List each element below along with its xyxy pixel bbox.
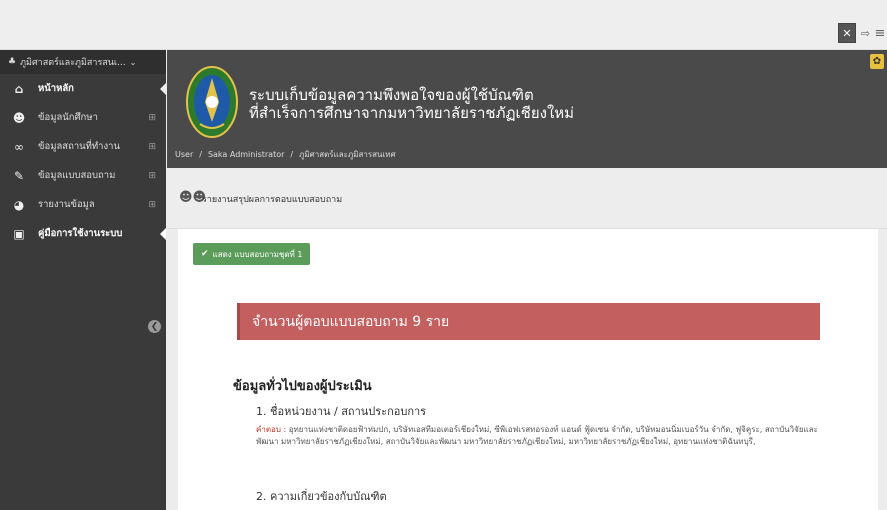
pie-chart-icon: ◕ [13, 197, 25, 212]
users-icon: ☻ [12, 110, 26, 125]
users-small-icon: ♣ [8, 57, 17, 67]
breadcrumb: User / Saka Administrator / ภูมิศาสตร์และภูม… [175, 148, 396, 161]
breadcrumb-item: ภูมิศาสตร์และภูมิสารสนเทศ [299, 150, 396, 159]
hamburger-icon: ≡ [874, 25, 886, 41]
active-indicator [160, 227, 166, 240]
university-logo [186, 66, 238, 138]
question-2: 2. ความเกี่ยวข้องกับบัณฑิต [256, 490, 387, 503]
expand-plus-icon: ⊞ [148, 112, 156, 123]
sidebar-item-label: ข้อมูลสถานที่ทำงาน [38, 141, 120, 152]
show-questionnaire-button[interactable]: ✔ แสดง แบบสอบถามชุดที่ 1 [193, 243, 311, 265]
answer-text: อุทยานแห่งชาติดอยฟ้าห่มปก, บริษัทเอสทีมอ… [256, 425, 818, 446]
expand-plus-icon: ⊞ [148, 199, 156, 210]
pdf-icon: ▣ [13, 226, 25, 241]
sidebar-item-questionnaire[interactable]: ✎ ข้อมูลแบบสอบถาม ⊞ [0, 161, 166, 190]
home-icon: ⌂ [14, 81, 24, 96]
expand-plus-icon: ⊞ [148, 170, 156, 181]
sidebar-department-dropdown[interactable]: ♣ ภูมิศาสตร์และภูมิสารสนเ... ⌄ [0, 50, 166, 74]
answer-label: คำตอบ : [256, 425, 287, 434]
menu-button[interactable]: ≡ [873, 23, 887, 43]
question-1: 1. ชื่อหน่วยงาน / สถานประกอบการ [256, 405, 427, 418]
sidebar-collapse-button[interactable]: ❮ [148, 320, 161, 333]
breadcrumb-item[interactable]: Saka Administrator [208, 150, 284, 159]
sidebar-item-label: หน้าหลัก [38, 83, 74, 94]
sidebar-item-workplace[interactable]: ∞ ข้อมูลสถานที่ทำงาน ⊞ [0, 132, 166, 161]
active-indicator [160, 82, 166, 95]
edit-icon: ✎ [13, 168, 25, 183]
breadcrumb-item[interactable]: User [175, 150, 193, 159]
sidebar-item-label: รายงานข้อมูล [38, 199, 95, 210]
logout-icon: ⇨ [860, 26, 871, 40]
check-icon: ✔ [201, 249, 209, 259]
chevron-down-icon: ⌄ [129, 57, 137, 67]
chevron-left-icon: ❮ [150, 321, 159, 332]
gear-icon: ✿ [872, 56, 882, 67]
content-card: ✔ แสดง แบบสอบถามชุดที่ 1 จำนวนผู้ตอบแบบส… [178, 229, 878, 510]
report-title: รายงานสรุปผลการตอบแบบสอบถาม [202, 195, 343, 205]
expand-plus-icon: ⊞ [148, 141, 156, 152]
link-icon: ∞ [14, 139, 24, 154]
header-banner: ✿ ระบบเก็บข้อมูลความพึงพอใจของผู้ใช้บัณฑ… [167, 50, 887, 168]
site-title-line2: ที่สำเร็จการศึกษาจากมหาวิทยาลัยราชภัฏเชี… [249, 104, 575, 122]
sidebar-item-manual[interactable]: ▣ คู่มือการใช้งานระบบ [0, 219, 166, 248]
respondent-count-banner: จำนวนผู้ตอบแบบสอบถาม 9 ราย [237, 303, 820, 340]
sidebar: ♣ ภูมิศาสตร์และภูมิสารสนเ... ⌄ ⌂ หน้าหลั… [0, 50, 166, 510]
fullscreen-button[interactable]: ✕ [838, 23, 856, 43]
breadcrumb-separator: / [199, 150, 202, 159]
sidebar-item-label: ข้อมูลนักศึกษา [38, 112, 98, 123]
settings-button[interactable]: ✿ [870, 54, 884, 69]
sidebar-item-label: ข้อมูลแบบสอบถาม [38, 170, 116, 181]
show-questionnaire-label: แสดง แบบสอบถามชุดที่ 1 [212, 249, 303, 259]
respondent-count-text: จำนวนผู้ตอบแบบสอบถาม 9 ราย [252, 313, 450, 330]
section-title: ข้อมูลทั่วไปของผู้ประเมิน [233, 379, 372, 394]
answer-1: คำตอบ : อุทยานแห่งชาติดอยฟ้าห่มปก, บริษั… [256, 424, 826, 448]
sidebar-item-reports[interactable]: ◕ รายงานข้อมูล ⊞ [0, 190, 166, 219]
logout-button[interactable]: ⇨ [859, 23, 872, 43]
sidebar-item-students[interactable]: ☻ ข้อมูลนักศึกษา ⊞ [0, 103, 166, 132]
report-header: ☻☻ รายงานสรุปผลการตอบแบบสอบถาม [167, 169, 887, 229]
sidebar-item-label: คู่มือการใช้งานระบบ [38, 228, 123, 239]
sidebar-item-home[interactable]: ⌂ หน้าหลัก [0, 74, 166, 103]
breadcrumb-separator: / [290, 150, 294, 159]
department-label: ภูมิศาสตร์และภูมิสารสนเ... [20, 58, 126, 68]
expand-icon: ✕ [842, 26, 852, 40]
top-bar: ✕ ⇨ ≡ [0, 0, 887, 50]
